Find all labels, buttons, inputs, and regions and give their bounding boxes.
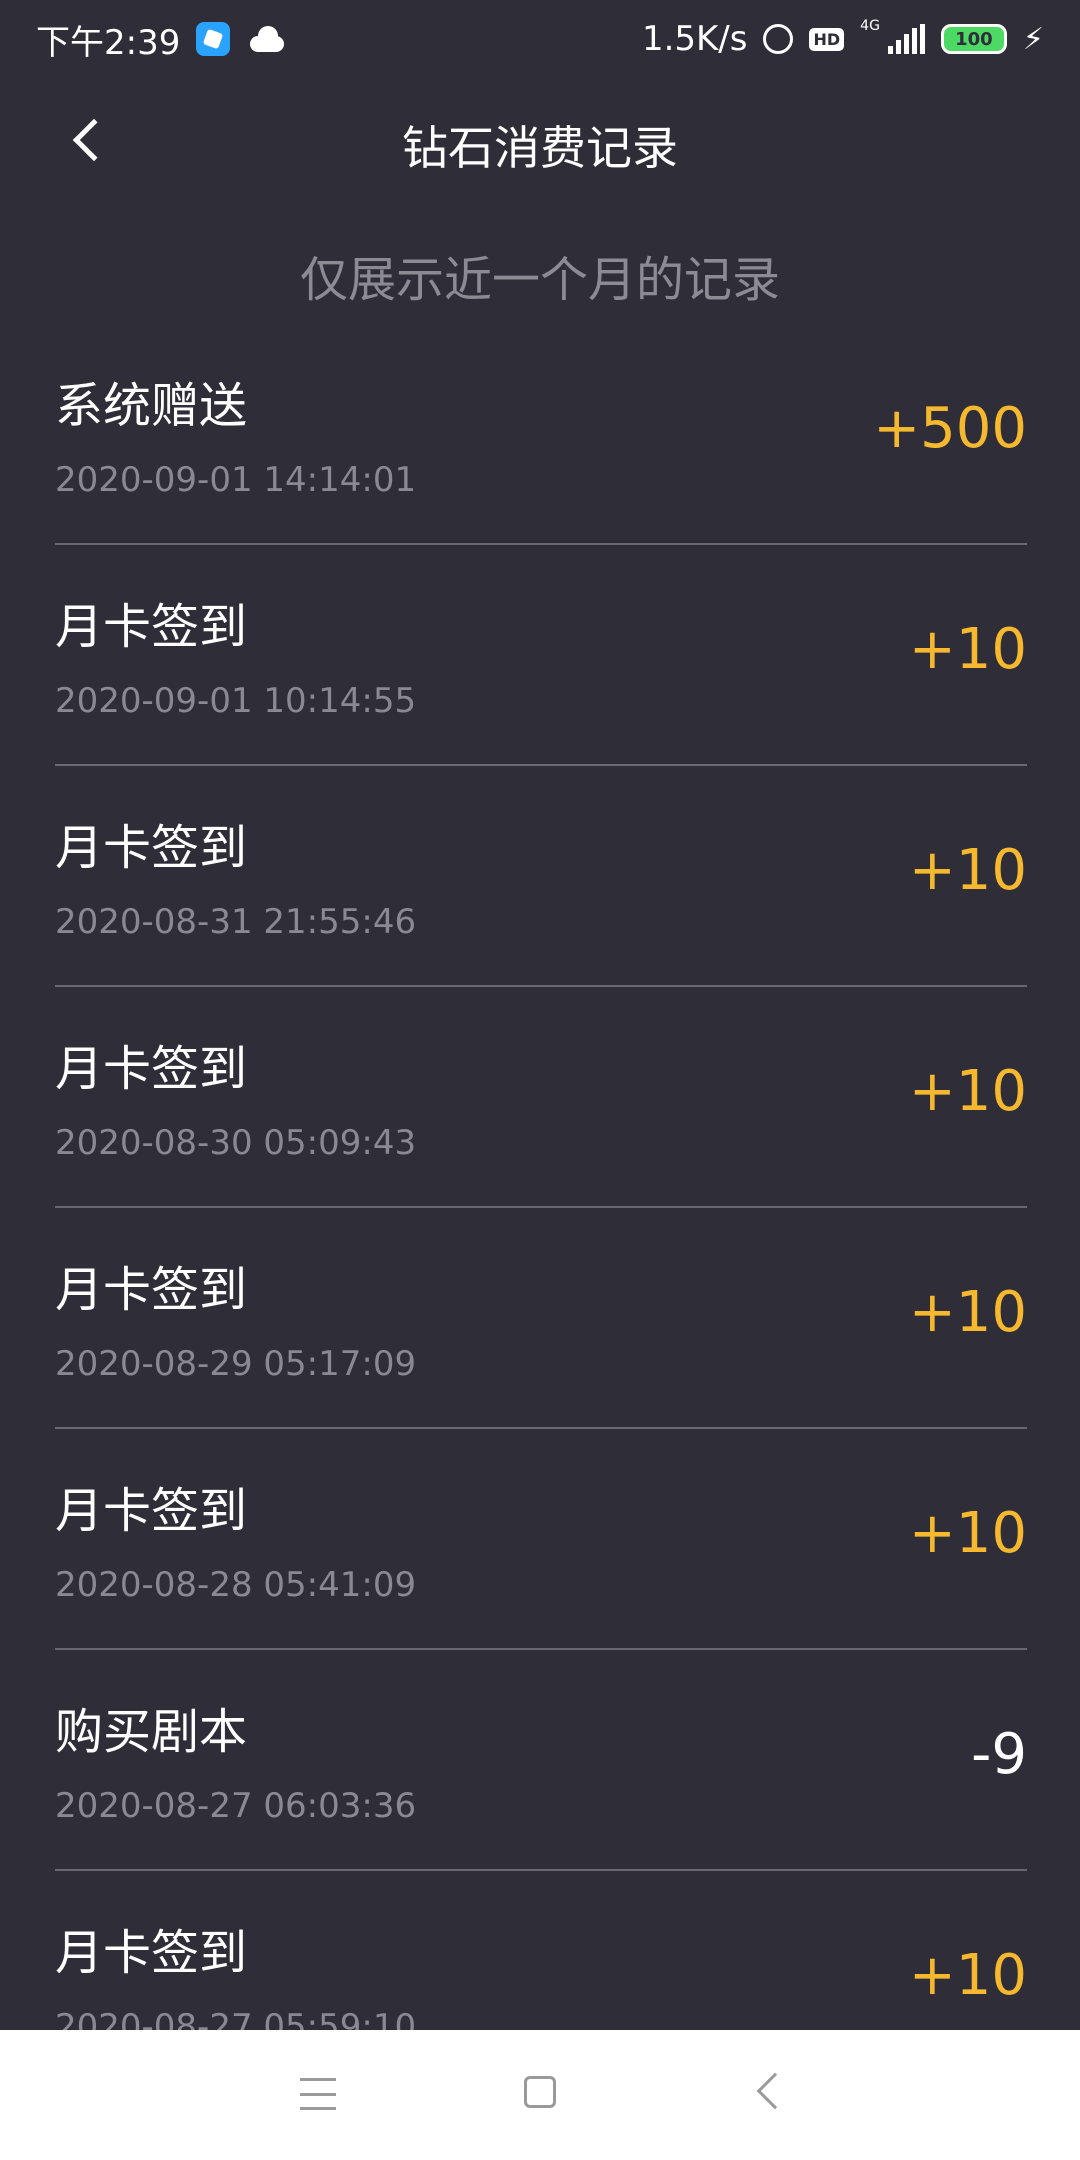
network-type: 4G xyxy=(860,18,880,34)
record-title: 月卡签到 xyxy=(55,820,248,876)
record-time: 2020-09-01 10:14:55 xyxy=(55,681,417,721)
list-item: 月卡签到 2020-08-27 05:59:10 +10 xyxy=(55,1871,1027,2030)
recent-apps-button[interactable] xyxy=(300,2078,336,2110)
list-item: 月卡签到 2020-08-28 05:41:09 +10 xyxy=(55,1429,1027,1650)
records-notice: 仅展示近一个月的记录 xyxy=(299,252,780,308)
record-time: 2020-08-28 05:41:09 xyxy=(55,1565,417,1605)
app-notification-icon xyxy=(196,22,231,56)
list-item: 月卡签到 2020-08-30 05:09:43 +10 xyxy=(55,987,1027,1208)
record-time: 2020-08-30 05:09:43 xyxy=(55,1123,417,1163)
record-amount: +10 xyxy=(908,1943,1027,2008)
list-item: 系统赠送 2020-09-01 14:14:01 +500 xyxy=(55,324,1027,545)
net-speed: 1.5K/s xyxy=(641,19,748,59)
status-bar: 下午2:39 1.5K/s HD 4G 100 ⚡ xyxy=(0,0,1080,78)
record-title: 月卡签到 xyxy=(55,1483,248,1539)
record-list[interactable]: 系统赠送 2020-09-01 14:14:01 +500 月卡签到 2020-… xyxy=(55,324,1027,2030)
record-amount: +10 xyxy=(908,1059,1027,1124)
screen: 下午2:39 1.5K/s HD 4G 100 ⚡ 钻石消费记录 仅展示近一个月… xyxy=(0,0,1080,2160)
record-title: 月卡签到 xyxy=(55,1925,248,1981)
list-item: 月卡签到 2020-08-31 21:55:46 +10 xyxy=(55,766,1027,987)
record-amount: +10 xyxy=(908,617,1027,682)
list-item: 月卡签到 2020-09-01 10:14:55 +10 xyxy=(55,545,1027,766)
header: 钻石消费记录 xyxy=(0,78,1080,202)
list-item: 月卡签到 2020-08-29 05:17:09 +10 xyxy=(55,1208,1027,1429)
record-title: 月卡签到 xyxy=(55,1041,248,1097)
record-amount: +10 xyxy=(908,838,1027,903)
record-amount: +10 xyxy=(908,1280,1027,1345)
battery-icon: 100 xyxy=(940,24,1007,54)
record-amount: +10 xyxy=(908,1501,1027,1566)
record-time: 2020-08-31 21:55:46 xyxy=(55,902,417,942)
page-title: 钻石消费记录 xyxy=(402,121,678,175)
record-title: 月卡签到 xyxy=(55,599,248,655)
status-right: 1.5K/s HD 4G 100 ⚡ xyxy=(642,19,1044,59)
system-nav-bar xyxy=(0,2030,1080,2160)
status-left: 下午2:39 xyxy=(36,15,286,64)
record-time: 2020-08-27 06:03:36 xyxy=(55,1786,417,1826)
list-item: 购买剧本 2020-08-27 06:03:36 -9 xyxy=(55,1650,1027,1871)
record-time: 2020-08-29 05:17:09 xyxy=(55,1344,417,1384)
record-title: 系统赠送 xyxy=(55,378,248,434)
charging-icon: ⚡ xyxy=(1022,21,1044,57)
record-time: 2020-08-27 05:59:10 xyxy=(55,2007,417,2030)
system-back-button[interactable] xyxy=(756,2072,794,2110)
home-button[interactable] xyxy=(524,2076,556,2108)
record-amount: +500 xyxy=(873,396,1027,461)
cloud-icon xyxy=(246,26,286,52)
status-time: 下午2:39 xyxy=(36,22,181,63)
signal-icon xyxy=(887,24,925,54)
hd-badge: HD xyxy=(809,27,845,51)
record-time: 2020-09-01 14:14:01 xyxy=(55,460,417,500)
record-amount: -9 xyxy=(971,1722,1027,1787)
alarm-icon xyxy=(763,24,794,54)
record-title: 购买剧本 xyxy=(55,1704,248,1760)
record-title: 月卡签到 xyxy=(55,1262,248,1318)
